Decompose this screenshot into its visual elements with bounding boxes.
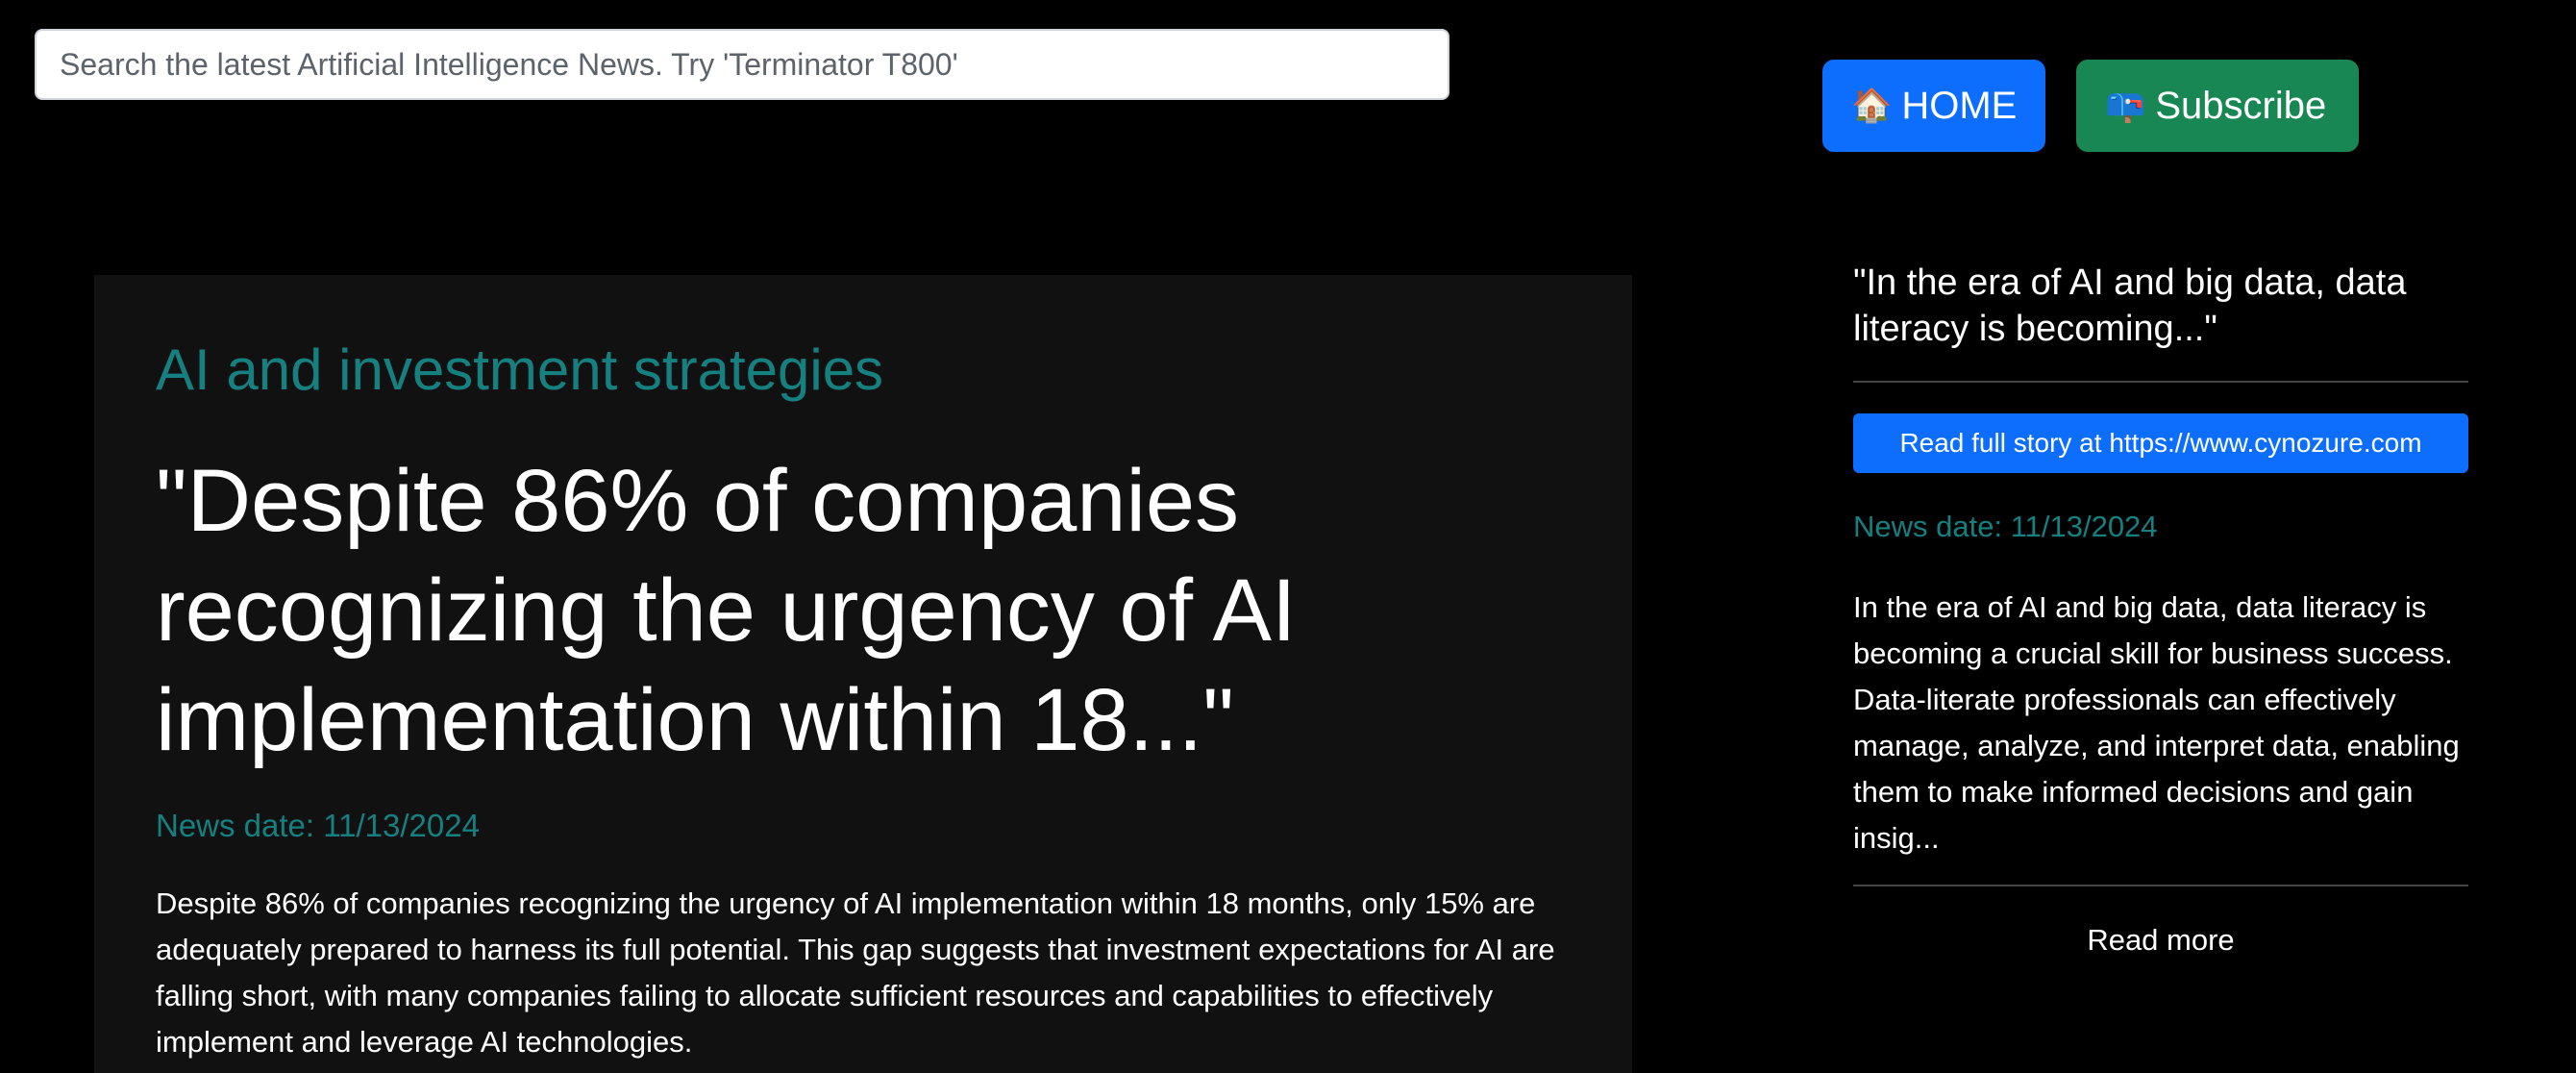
home-button[interactable]: 🏠 HOME [1822, 60, 2045, 152]
mailbox-icon: 📪 [2105, 87, 2146, 124]
search-bar [35, 29, 1449, 100]
main-article-card: AI and investment strategies "Despite 86… [94, 275, 1632, 1073]
home-button-label: HOME [1901, 84, 2018, 127]
article-headline: "Despite 86% of companies recognizing th… [156, 452, 1297, 769]
read-full-story-button[interactable]: Read full story at https://www.cynozure.… [1853, 413, 2468, 473]
home-icon: 🏠 [1851, 87, 1893, 124]
search-input[interactable] [35, 29, 1449, 100]
divider [1853, 381, 2468, 383]
side-article-card: "In the era of AI and big data, data lit… [1853, 260, 2468, 958]
read-more-link[interactable]: Read more [1853, 923, 2468, 958]
article-summary: Despite 86% of companies recognizing the… [156, 886, 1555, 1059]
subscribe-button-label: Subscribe [2155, 84, 2327, 127]
top-nav: 🏠 HOME 📪 Subscribe [1822, 60, 2359, 152]
article-news-date: News date: 11/13/2024 [156, 808, 480, 843]
subscribe-button[interactable]: 📪 Subscribe [2076, 60, 2359, 152]
side-article-summary: In the era of AI and big data, data lite… [1853, 590, 2460, 855]
divider [1853, 885, 2468, 886]
article-category: AI and investment strategies [156, 337, 884, 402]
side-article-title: "In the era of AI and big data, data lit… [1853, 262, 2407, 349]
side-article-news-date: News date: 11/13/2024 [1853, 510, 2158, 543]
page: 🏠 HOME 📪 Subscribe AI and investment str… [0, 0, 2576, 1073]
